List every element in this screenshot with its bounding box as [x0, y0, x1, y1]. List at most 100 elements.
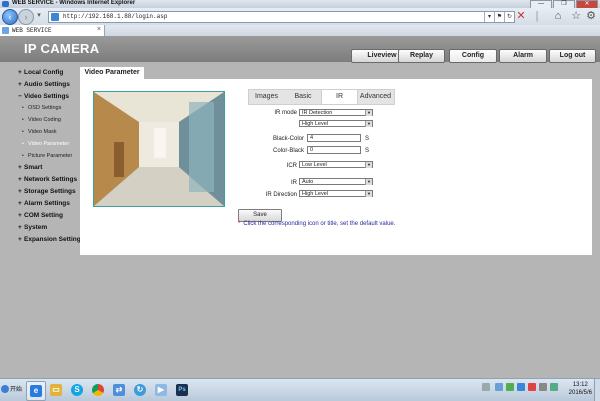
- photoshop-icon: Ps: [176, 384, 188, 396]
- sidebar-item-network-settings[interactable]: + Network Settings: [18, 176, 77, 183]
- ir-mode-label: IR mode: [274, 110, 297, 116]
- tray-flag-icon[interactable]: [528, 383, 536, 391]
- taskbar-ie[interactable]: e: [26, 381, 46, 401]
- sidebar-item-expansion-settings[interactable]: + Expansion Settings: [18, 236, 84, 243]
- taskbar-chrome[interactable]: [89, 381, 107, 399]
- tab-basic[interactable]: Basic: [285, 90, 321, 104]
- tab-title: WEB SERVICE: [12, 27, 52, 34]
- camera-preview-image: [94, 92, 224, 206]
- start-button[interactable]: 开始: [1, 382, 23, 398]
- taskbar-network[interactable]: ⇄: [110, 381, 128, 399]
- sidebar-item-audio-settings[interactable]: + Audio Settings: [18, 81, 70, 88]
- address-dropdown-icon[interactable]: ▾: [484, 12, 494, 22]
- chevron-down-icon: ▼: [365, 191, 372, 197]
- sidebar-item-system[interactable]: + System: [18, 224, 47, 231]
- stop-icon[interactable]: ✕: [515, 10, 527, 22]
- tab-images[interactable]: Images: [249, 90, 284, 104]
- forward-arrow-icon[interactable]: ›: [18, 9, 34, 25]
- sidebar-item-video-settings[interactable]: − Video Settings: [18, 93, 69, 100]
- panel-title-tab: Video Parameter: [80, 67, 144, 79]
- browser-navbar: ‹ › ▾ http://192.168.1.88/login.asp ▾ ⚑ …: [0, 8, 600, 25]
- nav-alarm[interactable]: Alarm: [499, 49, 547, 63]
- ir-select[interactable]: Auto ▼: [299, 178, 373, 185]
- chrome-icon: [92, 384, 104, 396]
- chevron-down-icon: ▼: [365, 162, 372, 168]
- sidebar-item-local-config[interactable]: + Local Config: [18, 69, 63, 76]
- chevron-down-icon: ▼: [365, 110, 372, 116]
- color-black-unit: S: [365, 148, 370, 154]
- browser-title-bar: WEB SERVICE - Windows Internet Explorer …: [0, 0, 600, 9]
- sidebar-sub-video-parameter[interactable]: • Video Parameter: [22, 141, 69, 147]
- camera-preview[interactable]: [93, 91, 225, 207]
- refresh-icon[interactable]: ↻: [504, 12, 514, 22]
- network-icon: ⇄: [113, 384, 125, 396]
- address-bar[interactable]: http://192.168.1.88/login.asp ▾ ⚑ ↻: [48, 11, 515, 23]
- taskbar-explorer[interactable]: ▭: [47, 381, 65, 399]
- sidebar-sub-video-coding[interactable]: • Video Coding: [22, 117, 61, 123]
- black-color-input[interactable]: 4: [307, 134, 361, 142]
- ie-logo-icon: [2, 1, 9, 7]
- history-dropdown-icon[interactable]: ▾: [33, 10, 45, 22]
- tab-advanced[interactable]: Advanced: [357, 90, 394, 104]
- sidebar-item-alarm-settings[interactable]: + Alarm Settings: [18, 200, 70, 207]
- show-desktop-button[interactable]: [594, 379, 600, 401]
- address-url[interactable]: http://192.168.1.88/login.asp: [63, 13, 167, 20]
- chevron-down-icon: ▼: [365, 121, 372, 127]
- skype-icon: S: [71, 384, 83, 396]
- nav-replay[interactable]: Replay: [398, 49, 445, 63]
- ir-mode-select[interactable]: IR Detection ▼: [299, 109, 373, 116]
- black-color-label: Black-Color: [272, 136, 304, 142]
- ie-icon: e: [30, 385, 42, 397]
- ir-level-select[interactable]: High Level ▼: [299, 120, 373, 127]
- tab-page-icon: [2, 27, 9, 34]
- system-clock[interactable]: 13:12 2016/5/6: [569, 381, 592, 397]
- camera-header: IP CAMERA Liveview Replay Config Alarm L…: [0, 36, 600, 63]
- nav-config[interactable]: Config: [449, 49, 497, 63]
- hint-text: * Click the corresponding icon or title, …: [238, 221, 396, 227]
- sidebar-sub-osd-settings[interactable]: • OSD Settings: [22, 105, 61, 111]
- taskbar-skype[interactable]: S: [68, 381, 86, 399]
- browser-tab[interactable]: WEB SERVICE ×: [0, 25, 105, 36]
- tray-volume-icon[interactable]: [539, 383, 547, 391]
- page-icon: [51, 13, 59, 21]
- video-parameter-panel: Images Basic IR Advanced IR mode IR Dete…: [80, 79, 592, 255]
- sidebar-item-storage-settings[interactable]: + Storage Settings: [18, 188, 76, 195]
- tray-battery-icon[interactable]: [550, 383, 558, 391]
- compat-view-icon[interactable]: ⚑: [494, 12, 504, 22]
- ir-label: IR: [291, 180, 297, 186]
- sidebar-item-smart[interactable]: + Smart: [18, 164, 42, 171]
- clock-date: 2016/5/6: [568, 390, 592, 396]
- ir-direction-select[interactable]: High Level ▼: [299, 190, 373, 197]
- icr-label: ICR: [286, 163, 297, 169]
- tab-ir[interactable]: IR: [321, 90, 358, 104]
- taskbar-update[interactable]: ↻: [131, 381, 149, 399]
- tray-security-icon[interactable]: [506, 383, 514, 391]
- taskbar: 开始 e ▭ S ⇄ ↻ ▶ Ps 13:12 2016/5/6: [0, 378, 600, 401]
- color-black-label: Color-Black: [272, 148, 304, 154]
- icr-select[interactable]: Low Level ▼: [299, 161, 373, 168]
- taskbar-media[interactable]: ▶: [152, 381, 170, 399]
- back-arrow-icon[interactable]: ‹: [2, 9, 18, 25]
- sidebar-sub-picture-parameter[interactable]: • Picture Parameter: [22, 153, 72, 159]
- tray-network-icon[interactable]: [495, 383, 503, 391]
- taskbar-photoshop[interactable]: Ps: [173, 381, 191, 399]
- tab-close-icon[interactable]: ×: [97, 26, 101, 33]
- color-black-input[interactable]: 0: [307, 146, 361, 154]
- tray-bluetooth-icon[interactable]: [517, 383, 525, 391]
- clock-time: 13:12: [572, 382, 588, 388]
- media-icon: ▶: [155, 384, 167, 396]
- ir-direction-label: IR Direction: [265, 192, 297, 198]
- parameter-subtabs: Images Basic IR Advanced: [248, 89, 395, 105]
- divider-icon: |: [535, 10, 539, 22]
- tray-keyboard-icon[interactable]: [482, 383, 490, 391]
- black-color-unit: S: [365, 136, 370, 142]
- update-icon: ↻: [134, 384, 146, 396]
- favorites-star-icon[interactable]: ☆: [570, 10, 582, 22]
- sidebar-item-com-setting[interactable]: + COM Setting: [18, 212, 63, 219]
- windows-logo-icon: [1, 385, 9, 394]
- sidebar-sub-video-mask[interactable]: • Video Mask: [22, 129, 57, 135]
- sidebar: + Local Config + Audio Settings − Video Set…: [0, 62, 84, 378]
- home-icon[interactable]: ⌂: [552, 10, 564, 22]
- tools-gear-icon[interactable]: ⚙: [585, 10, 597, 22]
- nav-logout[interactable]: Log out: [549, 49, 596, 63]
